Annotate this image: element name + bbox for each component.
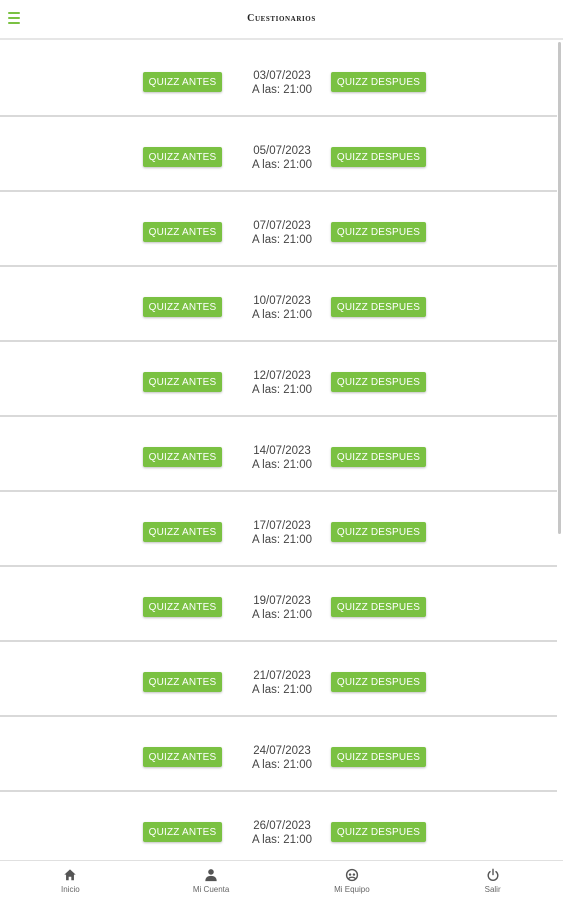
quiz-date-block: 05/07/2023 A las: 21:00 xyxy=(240,144,324,172)
nav-item-mi-cuenta[interactable]: Mi Cuenta xyxy=(141,861,282,900)
quiz-row: QUIZZ ANTES 14/07/2023 A las: 21:00 QUIZ… xyxy=(0,417,557,492)
quiz-despues-button[interactable]: QUIZZ DESPUES xyxy=(331,672,426,692)
quiz-date: 21/07/2023 xyxy=(253,670,311,682)
quiz-antes-button[interactable]: QUIZZ ANTES xyxy=(143,372,222,392)
quiz-row: QUIZZ ANTES 05/07/2023 A las: 21:00 QUIZ… xyxy=(0,117,557,192)
quiz-antes-button[interactable]: QUIZZ ANTES xyxy=(143,72,222,92)
quiz-time: A las: 21:00 xyxy=(251,84,313,96)
quiz-row: QUIZZ ANTES 10/07/2023 A las: 21:00 QUIZ… xyxy=(0,267,557,342)
quiz-time: A las: 21:00 xyxy=(251,459,313,471)
scrollbar-thumb[interactable] xyxy=(558,42,561,534)
quiz-despues-button[interactable]: QUIZZ DESPUES xyxy=(331,222,426,242)
quiz-antes-button[interactable]: QUIZZ ANTES xyxy=(143,147,222,167)
nav-label: Salir xyxy=(484,885,501,894)
quiz-antes-button[interactable]: QUIZZ ANTES xyxy=(143,522,222,542)
quiz-date-block: 07/07/2023 A las: 21:00 xyxy=(240,219,324,247)
quiz-despues-button[interactable]: QUIZZ DESPUES xyxy=(331,597,426,617)
quiz-row: QUIZZ ANTES 03/07/2023 A las: 21:00 QUIZ… xyxy=(0,42,557,117)
page-title: Cuestionarios xyxy=(247,13,316,24)
quiz-row: QUIZZ ANTES 19/07/2023 A las: 21:00 QUIZ… xyxy=(0,567,557,642)
quiz-antes-button[interactable]: QUIZZ ANTES xyxy=(143,822,222,842)
quiz-antes-button[interactable]: QUIZZ ANTES xyxy=(143,447,222,467)
quiz-time: A las: 21:00 xyxy=(251,834,313,846)
quiz-antes-button[interactable]: QUIZZ ANTES xyxy=(143,672,222,692)
quiz-row: QUIZZ ANTES 12/07/2023 A las: 21:00 QUIZ… xyxy=(0,342,557,417)
quiz-date: 14/07/2023 xyxy=(253,445,311,457)
nav-label: Mi Equipo xyxy=(334,885,370,894)
quiz-date-block: 21/07/2023 A las: 21:00 xyxy=(240,669,324,697)
app-header: Cuestionarios xyxy=(0,0,563,40)
power-icon xyxy=(487,868,499,881)
nav-item-inicio[interactable]: Inicio xyxy=(0,861,141,900)
quiz-date-block: 03/07/2023 A las: 21:00 xyxy=(240,69,324,97)
quiz-time: A las: 21:00 xyxy=(251,684,313,696)
quiz-date: 24/07/2023 xyxy=(253,745,311,757)
nav-item-mi-equipo[interactable]: Mi Equipo xyxy=(282,861,423,900)
quiz-antes-button[interactable]: QUIZZ ANTES xyxy=(143,222,222,242)
quiz-row: QUIZZ ANTES 24/07/2023 A las: 21:00 QUIZ… xyxy=(0,717,557,792)
quiz-list[interactable]: QUIZZ ANTES 03/07/2023 A las: 21:00 QUIZ… xyxy=(0,42,557,860)
quiz-date: 26/07/2023 xyxy=(253,820,311,832)
scrollbar[interactable] xyxy=(557,42,563,860)
quiz-antes-button[interactable]: QUIZZ ANTES xyxy=(143,597,222,617)
quiz-time: A las: 21:00 xyxy=(251,159,313,171)
quiz-despues-button[interactable]: QUIZZ DESPUES xyxy=(331,147,426,167)
quiz-date-block: 12/07/2023 A las: 21:00 xyxy=(240,369,324,397)
quiz-time: A las: 21:00 xyxy=(251,309,313,321)
nav-label: Inicio xyxy=(61,885,80,894)
quiz-despues-button[interactable]: QUIZZ DESPUES xyxy=(331,372,426,392)
quiz-date-block: 17/07/2023 A las: 21:00 xyxy=(240,519,324,547)
quiz-antes-button[interactable]: QUIZZ ANTES xyxy=(143,297,222,317)
nav-label: Mi Cuenta xyxy=(192,885,230,894)
quiz-time: A las: 21:00 xyxy=(251,609,313,621)
quiz-row: QUIZZ ANTES 21/07/2023 A las: 21:00 QUIZ… xyxy=(0,642,557,717)
quiz-date-block: 14/07/2023 A las: 21:00 xyxy=(240,444,324,472)
quiz-despues-button[interactable]: QUIZZ DESPUES xyxy=(331,447,426,467)
quiz-date-block: 24/07/2023 A las: 21:00 xyxy=(240,744,324,772)
quiz-despues-button[interactable]: QUIZZ DESPUES xyxy=(331,297,426,317)
quiz-time: A las: 21:00 xyxy=(251,759,313,771)
nav-item-salir[interactable]: Salir xyxy=(422,861,563,900)
team-icon xyxy=(345,868,358,882)
user-icon xyxy=(205,869,217,882)
bottom-nav: Inicio Mi Cuenta Mi Equipo Salir xyxy=(0,860,563,900)
quiz-row: QUIZZ ANTES 07/07/2023 A las: 21:00 QUIZ… xyxy=(0,192,557,267)
quiz-despues-button[interactable]: QUIZZ DESPUES xyxy=(331,747,426,767)
quiz-date: 17/07/2023 xyxy=(253,520,311,532)
quiz-antes-button[interactable]: QUIZZ ANTES xyxy=(143,747,222,767)
quiz-date: 07/07/2023 xyxy=(253,220,311,232)
quiz-despues-button[interactable]: QUIZZ DESPUES xyxy=(331,72,426,92)
quiz-date-block: 10/07/2023 A las: 21:00 xyxy=(240,294,324,322)
quiz-date-block: 19/07/2023 A las: 21:00 xyxy=(240,594,324,622)
quiz-time: A las: 21:00 xyxy=(251,384,313,396)
home-icon xyxy=(64,869,77,881)
quiz-despues-button[interactable]: QUIZZ DESPUES xyxy=(331,522,426,542)
quiz-time: A las: 21:00 xyxy=(251,234,313,246)
quiz-date: 10/07/2023 xyxy=(253,295,311,307)
quiz-date: 05/07/2023 xyxy=(253,145,311,157)
quiz-date: 19/07/2023 xyxy=(253,595,311,607)
quiz-row: QUIZZ ANTES 17/07/2023 A las: 21:00 QUIZ… xyxy=(0,492,557,567)
quiz-row: QUIZZ ANTES 26/07/2023 A las: 21:00 QUIZ… xyxy=(0,792,557,860)
quiz-date-block: 26/07/2023 A las: 21:00 xyxy=(240,819,324,847)
quiz-despues-button[interactable]: QUIZZ DESPUES xyxy=(331,822,426,842)
quiz-date: 03/07/2023 xyxy=(253,70,311,82)
quiz-date: 12/07/2023 xyxy=(253,370,311,382)
quiz-time: A las: 21:00 xyxy=(251,534,313,546)
